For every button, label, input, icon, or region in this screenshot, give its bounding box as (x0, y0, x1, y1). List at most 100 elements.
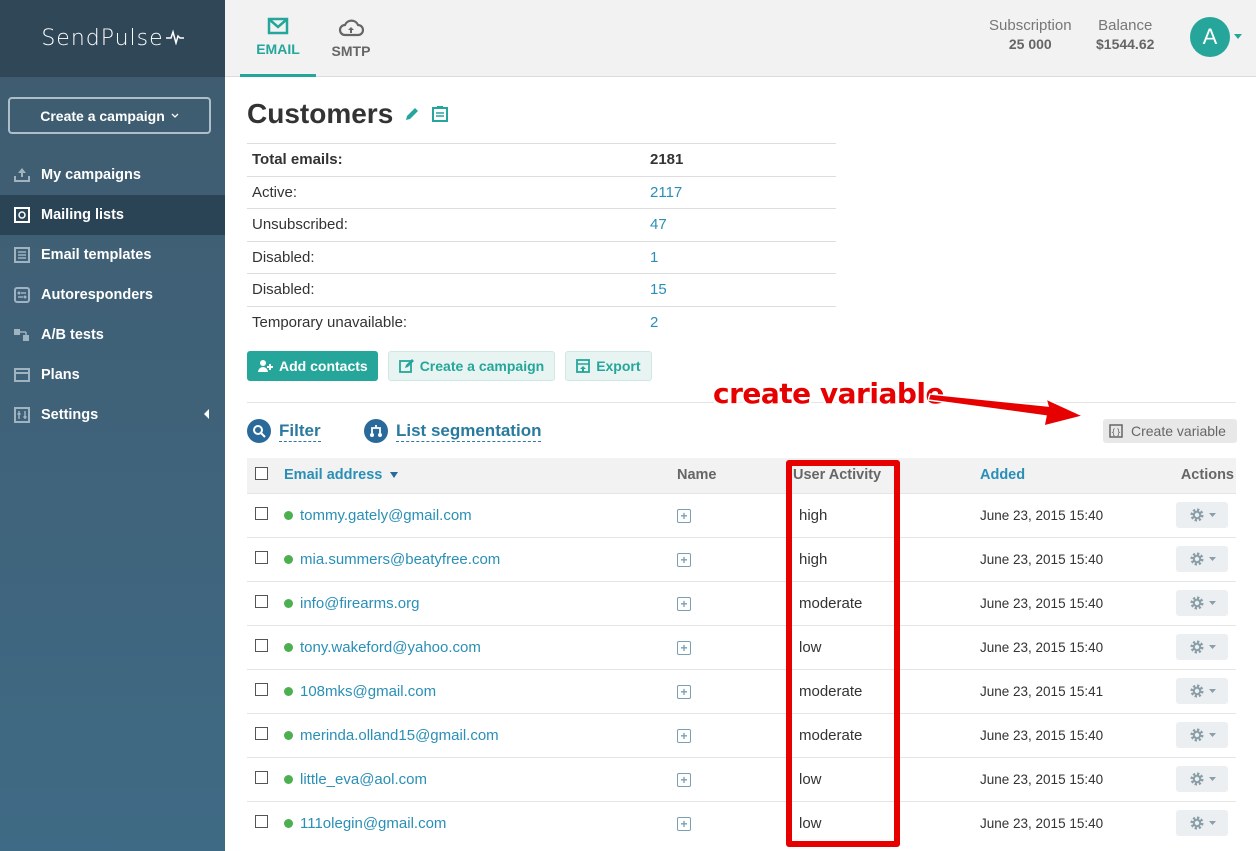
actions-cell (1176, 756, 1236, 801)
pencil-icon[interactable] (403, 105, 421, 123)
email-link[interactable]: 111olegin@gmail.com (300, 815, 446, 832)
row-select-cell (247, 756, 284, 801)
chevron-down-icon[interactable] (1234, 34, 1242, 39)
edit-icon (398, 359, 414, 373)
add-name-icon[interactable]: + (677, 816, 691, 831)
create-variable-button[interactable]: {} Create variable (1103, 419, 1237, 443)
status-active-icon (284, 511, 293, 521)
email-cell: tommy.gately@gmail.com (284, 492, 677, 537)
row-actions-button[interactable] (1176, 766, 1228, 792)
avatar[interactable]: A (1190, 17, 1230, 57)
tab-smtp[interactable]: SMTP (313, 0, 389, 77)
row-actions-button[interactable] (1176, 722, 1228, 748)
logo[interactable]: SendPulse (41, 26, 184, 51)
email-link[interactable]: little_eva@aol.com (300, 771, 427, 788)
sidebar: SendPulse Create a campaign My campaigns… (0, 0, 225, 851)
add-name-icon[interactable]: + (677, 552, 691, 567)
email-cell: tony.wakeford@yahoo.com (284, 624, 677, 669)
stats-value-link[interactable]: 2 (645, 305, 836, 339)
tab-email[interactable]: EMAIL (240, 0, 316, 77)
add-name-icon[interactable]: + (677, 684, 691, 699)
list-segmentation-link[interactable]: List segmentation (364, 419, 542, 443)
email-cell: 111olegin@gmail.com (284, 800, 677, 845)
row-actions-button[interactable] (1176, 678, 1228, 704)
row-checkbox[interactable] (255, 770, 268, 784)
stats-value-link[interactable]: 1 (645, 240, 836, 274)
row-checkbox[interactable] (255, 550, 268, 564)
email-cell: little_eva@aol.com (284, 756, 677, 801)
add-name-icon[interactable]: + (677, 772, 691, 787)
add-name-icon[interactable]: + (677, 508, 691, 523)
balance-info[interactable]: Balance $1544.62 (1096, 17, 1154, 54)
status-active-icon (284, 775, 293, 785)
add-name-icon[interactable]: + (677, 596, 691, 611)
sidebar-item-autoresponders[interactable]: Autoresponders (0, 275, 225, 315)
create-campaign-button[interactable]: Create a campaign (387, 351, 556, 381)
sidebar-item-label: Plans (41, 367, 80, 383)
row-actions-button[interactable] (1176, 810, 1228, 837)
email-link[interactable]: tommy.gately@gmail.com (300, 507, 472, 524)
gear-icon (1190, 816, 1203, 830)
stats-value-link[interactable]: 15 (645, 273, 836, 306)
envelope-icon (267, 17, 289, 35)
email-cell: info@firearms.org (284, 580, 677, 625)
email-link[interactable]: info@firearms.org (300, 595, 419, 612)
actions-cell (1176, 624, 1236, 669)
sidebar-item-email-templates[interactable]: Email templates (0, 235, 225, 275)
name-cell: + (677, 536, 793, 581)
header-added[interactable]: Added (980, 458, 1176, 493)
stats-value-link[interactable]: 47 (645, 208, 836, 241)
stats-label: Disabled: (247, 273, 645, 306)
row-checkbox[interactable] (255, 814, 268, 828)
stats-row: Total emails: 2181 (247, 143, 836, 176)
sidebar-item-ab-tests[interactable]: A/B tests (0, 315, 225, 355)
add-name-icon[interactable]: + (677, 640, 691, 655)
email-link[interactable]: 108mks@gmail.com (300, 683, 436, 700)
subscription-info[interactable]: Subscription 25 000 (989, 17, 1072, 54)
gear-icon (1190, 640, 1203, 654)
export-icon (576, 359, 591, 373)
added-cell: June 23, 2015 15:40 (980, 624, 1176, 669)
add-contacts-button[interactable]: Add contacts (247, 351, 378, 381)
row-checkbox[interactable] (255, 594, 268, 608)
create-campaign-label: Create a campaign (40, 107, 165, 124)
sidebar-item-my-campaigns[interactable]: My campaigns (0, 155, 225, 195)
row-actions-button[interactable] (1176, 502, 1228, 528)
sidebar-item-settings[interactable]: Settings (0, 395, 225, 435)
stats-value-link[interactable]: 2117 (645, 175, 836, 209)
actions-cell (1176, 712, 1236, 757)
stats-label: Disabled: (247, 240, 645, 274)
clipboard-icon[interactable] (431, 105, 449, 123)
gear-icon (1190, 552, 1203, 566)
row-checkbox[interactable] (255, 638, 268, 652)
row-actions-button[interactable] (1176, 590, 1228, 616)
row-actions-button[interactable] (1176, 546, 1228, 572)
gear-icon (1190, 596, 1203, 610)
row-checkbox[interactable] (255, 506, 268, 520)
row-checkbox[interactable] (255, 726, 268, 740)
row-checkbox[interactable] (255, 682, 268, 696)
select-all-checkbox[interactable] (255, 466, 268, 480)
chevron-down-icon (1208, 512, 1216, 517)
export-button[interactable]: Export (565, 351, 652, 381)
sidebar-item-plans[interactable]: Plans (0, 355, 225, 395)
gear-icon (1190, 684, 1203, 698)
export-label: Export (596, 358, 641, 374)
header-email[interactable]: Email address (284, 458, 677, 493)
email-link[interactable]: merinda.olland15@gmail.com (300, 727, 499, 744)
row-select-cell (247, 624, 284, 669)
create-campaign-dropdown[interactable]: Create a campaign (8, 97, 211, 134)
header-actions: Actions (1176, 458, 1236, 493)
added-cell: June 23, 2015 15:40 (980, 536, 1176, 581)
filter-link[interactable]: Filter (247, 419, 321, 443)
annotation-text: create variable (713, 377, 945, 410)
email-link[interactable]: mia.summers@beatyfree.com (300, 551, 500, 568)
status-active-icon (284, 599, 293, 609)
page-title-area: Customers (247, 98, 449, 130)
sidebar-item-label: A/B tests (41, 327, 104, 343)
email-link[interactable]: tony.wakeford@yahoo.com (300, 639, 481, 656)
row-actions-button[interactable] (1176, 634, 1228, 660)
sidebar-item-mailing-lists[interactable]: Mailing lists (0, 195, 225, 235)
sidebar-item-label: Settings (41, 407, 99, 423)
add-name-icon[interactable]: + (677, 728, 691, 743)
